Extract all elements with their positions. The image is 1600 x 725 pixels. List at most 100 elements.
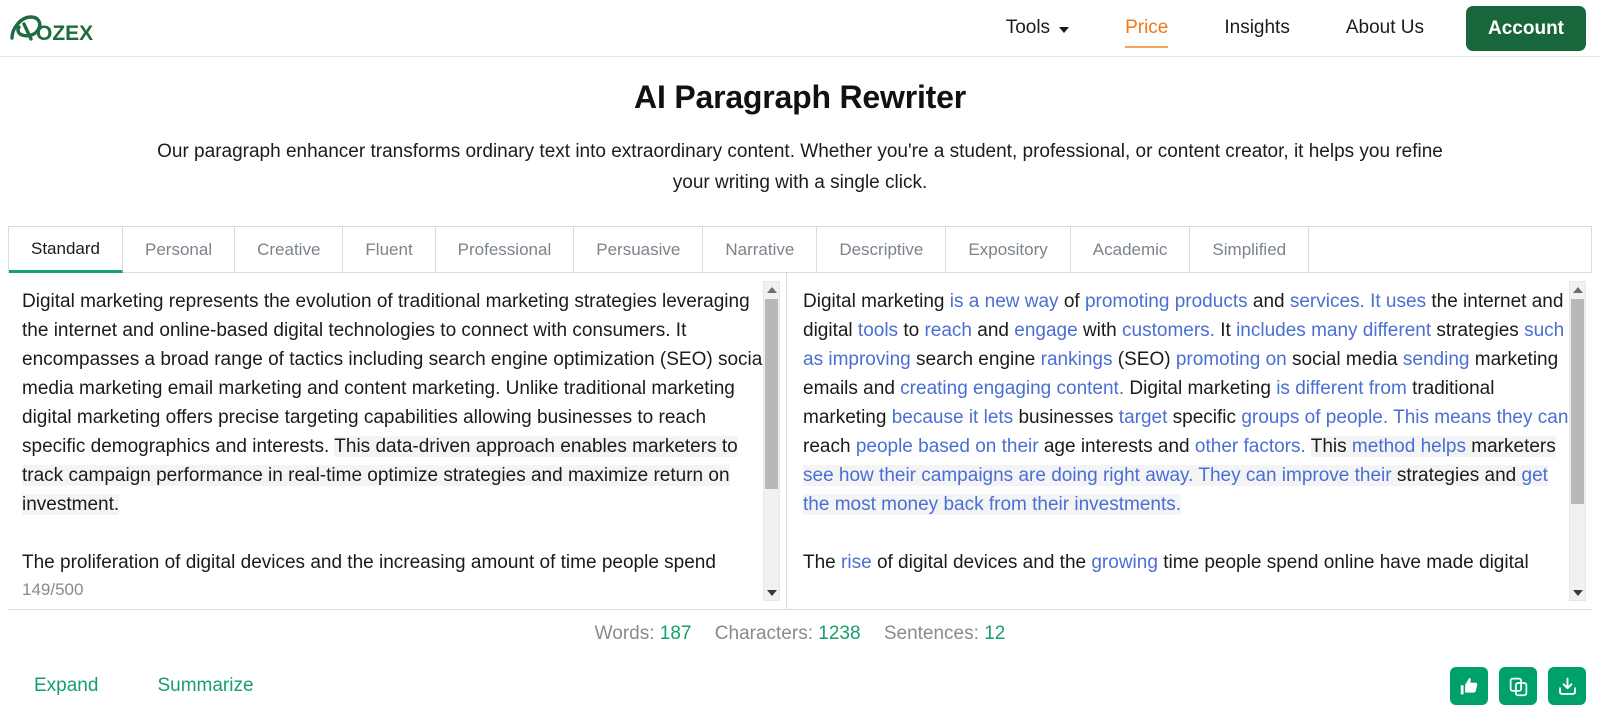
tab-bar-filler <box>1309 227 1591 272</box>
scroll-down-arrow-icon[interactable] <box>764 585 779 600</box>
tab-professional[interactable]: Professional <box>435 227 575 272</box>
expand-link[interactable]: Expand <box>34 675 98 697</box>
scrollbar-thumb[interactable] <box>765 299 778 489</box>
footer-actions <box>1450 667 1586 705</box>
output-segment: engage <box>1014 320 1083 341</box>
output-segment: Digital marketing <box>803 291 950 312</box>
output-text[interactable]: Digital marketing is a new way of promot… <box>787 273 1592 609</box>
output-segment: growing <box>1091 552 1164 573</box>
tab-standard[interactable]: Standard <box>9 227 123 273</box>
output-segment: see how their campaigns are doing right … <box>803 465 1397 486</box>
tab-personal[interactable]: Personal <box>123 227 236 272</box>
output-segment: groups of people. <box>1241 407 1394 428</box>
main-navigation: Tools Price Insights About Us Account <box>978 0 1586 57</box>
output-pane: Digital marketing is a new way of promot… <box>787 273 1592 609</box>
output-segment: (SEO) <box>1117 349 1176 370</box>
output-scrollbar[interactable] <box>1569 281 1586 601</box>
input-scrollbar[interactable] <box>763 281 780 601</box>
nav-item-insights[interactable]: Insights <box>1196 0 1317 57</box>
output-segment: This means they can <box>1393 407 1569 428</box>
output-segment: search engine <box>916 349 1041 370</box>
account-button[interactable]: Account <box>1466 5 1586 51</box>
chevron-down-icon <box>1059 27 1070 33</box>
copy-icon <box>1509 677 1527 696</box>
nav-item-tools[interactable]: Tools <box>978 0 1097 57</box>
words-label: Words: <box>594 623 655 644</box>
qozex-logo-icon: OZEX <box>10 15 93 45</box>
sentences-label: Sentences: <box>883 623 979 644</box>
input-paragraph-1-plain: Digital marketing represents the evoluti… <box>22 291 767 457</box>
tab-persuasive[interactable]: Persuasive <box>574 227 704 272</box>
scroll-up-arrow-icon[interactable] <box>1570 282 1585 297</box>
output-segment: and <box>977 320 1015 341</box>
logo-wordmark: OZEX <box>36 22 93 45</box>
output-paragraph-2: The rise of digital devices and the grow… <box>803 548 1576 577</box>
copy-button[interactable] <box>1499 667 1537 705</box>
nav-item-price[interactable]: Price <box>1097 0 1196 57</box>
summarize-link[interactable]: Summarize <box>157 675 253 697</box>
sentences-value: 12 <box>984 623 1006 644</box>
editor-area: Digital marketing represents the evoluti… <box>8 273 1592 610</box>
output-segment: reach <box>924 320 978 341</box>
words-stat: Words: 187 <box>595 623 692 644</box>
thumbs-up-button[interactable] <box>1450 667 1488 705</box>
tab-expository[interactable]: Expository <box>946 227 1071 272</box>
nav-item-label: Insights <box>1224 17 1290 38</box>
output-segment: includes many different <box>1236 320 1437 341</box>
editor-footer: Expand Summarize <box>0 655 1600 711</box>
output-segment: people based on their <box>855 436 1044 457</box>
scroll-up-arrow-icon[interactable] <box>764 282 779 297</box>
output-segment: specific <box>1172 407 1242 428</box>
output-segment: customers. <box>1122 320 1221 341</box>
site-header: OZEX Tools Price Insights About Us Accou… <box>0 0 1600 57</box>
output-segment: time people spend online have made digit… <box>1163 552 1529 573</box>
input-pane: Digital marketing represents the evoluti… <box>8 273 787 609</box>
nav-item-about-us[interactable]: About Us <box>1318 0 1452 57</box>
download-button[interactable] <box>1548 667 1586 705</box>
words-value: 187 <box>659 623 692 644</box>
output-segment: of <box>1063 291 1085 312</box>
thumbs-up-icon <box>1460 677 1477 694</box>
tab-creative[interactable]: Creative <box>235 227 344 272</box>
output-segment: is a new way <box>949 291 1064 312</box>
page-subtitle: Our paragraph enhancer transforms ordina… <box>157 141 1443 193</box>
input-textarea[interactable]: Digital marketing represents the evoluti… <box>8 273 786 579</box>
output-segment: promoting on <box>1175 349 1293 370</box>
output-segment: Digital marketing <box>1129 378 1277 399</box>
output-segment: of digital devices and the <box>876 552 1092 573</box>
nav-item-label: Tools <box>1005 17 1051 38</box>
characters-label: Characters: <box>714 623 813 644</box>
output-segment: target <box>1118 407 1173 428</box>
scroll-down-arrow-icon[interactable] <box>1570 585 1585 600</box>
output-segment: promoting products <box>1084 291 1253 312</box>
output-segment: rankings <box>1040 349 1118 370</box>
tab-fluent[interactable]: Fluent <box>343 227 436 272</box>
tab-academic[interactable]: Academic <box>1070 227 1191 272</box>
tab-descriptive[interactable]: Descriptive <box>817 227 947 272</box>
output-segment: age interests and <box>1043 436 1195 457</box>
logo[interactable]: OZEX <box>8 8 104 48</box>
output-segment: businesses <box>1018 407 1119 428</box>
output-segment: is different from <box>1276 378 1413 399</box>
characters-stat: Characters: 1238 <box>715 623 861 644</box>
output-segment: other factors. <box>1194 436 1311 457</box>
input-paragraph-1: Digital marketing represents the evoluti… <box>22 287 770 519</box>
output-segment: strategies and <box>1396 465 1522 486</box>
output-segment: with <box>1082 320 1123 341</box>
nav-item-label: About Us <box>1345 17 1424 38</box>
tab-simplified[interactable]: Simplified <box>1190 227 1310 272</box>
output-segment: strategies <box>1436 320 1525 341</box>
page-title: AI Paragraph Rewriter <box>634 79 966 115</box>
output-segment: because it lets <box>891 407 1019 428</box>
output-segment: social media <box>1292 349 1403 370</box>
scrollbar-thumb[interactable] <box>1571 299 1584 504</box>
output-segment: tools <box>857 320 904 341</box>
output-paragraph-1: Digital marketing is a new way of promot… <box>803 287 1576 519</box>
tab-narrative[interactable]: Narrative <box>703 227 818 272</box>
output-segment: rise <box>841 552 877 573</box>
hero-section: AI Paragraph Rewriter Our paragraph enha… <box>0 57 1600 198</box>
output-segment: This <box>1310 436 1352 457</box>
output-segment: reach <box>803 436 856 457</box>
output-segment: and <box>1252 291 1290 312</box>
sentences-stat: Sentences: 12 <box>884 623 1006 644</box>
